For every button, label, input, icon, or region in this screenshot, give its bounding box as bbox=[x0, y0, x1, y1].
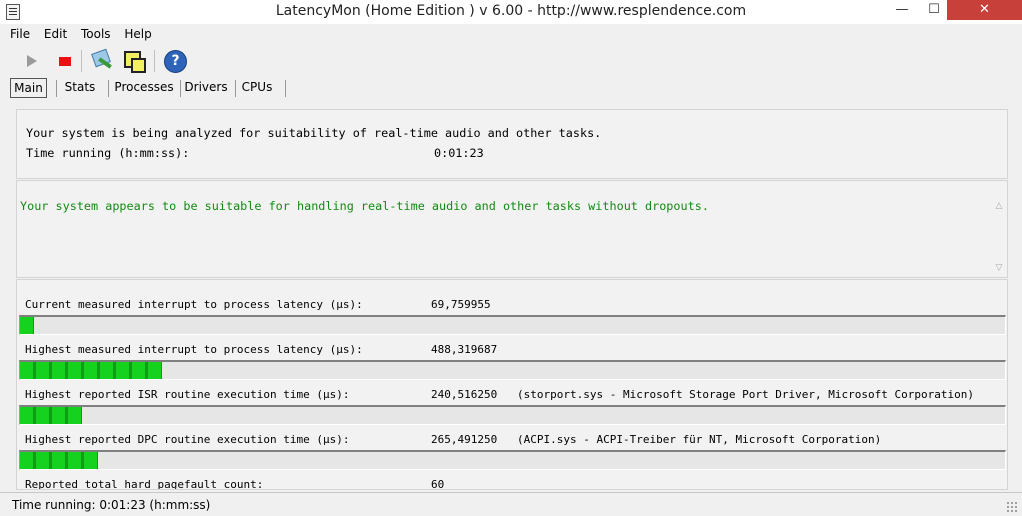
metric-driver: (storport.sys - Microsoft Storage Port D… bbox=[517, 388, 974, 401]
status-text: Time running: 0:01:23 (h:mm:ss) bbox=[12, 498, 211, 512]
metric-value: 488,319687 bbox=[431, 343, 498, 356]
windows-icon[interactable] bbox=[121, 48, 147, 74]
resize-grip-icon[interactable] bbox=[1006, 501, 1018, 513]
stop-icon[interactable] bbox=[50, 48, 76, 74]
latency-bar-fill bbox=[20, 317, 34, 334]
help-glyph: ? bbox=[164, 50, 187, 73]
latency-bar-fill bbox=[20, 452, 98, 469]
metrics-panel: Current measured interrupt to process la… bbox=[16, 279, 1008, 490]
help-icon[interactable]: ? bbox=[161, 48, 187, 74]
verdict-scrollbar[interactable]: △ ▽ bbox=[991, 181, 1007, 277]
latency-bar-fill bbox=[20, 362, 162, 379]
tab-processes[interactable]: Processes bbox=[112, 78, 176, 98]
summary-panel: Your system is being analyzed for suitab… bbox=[16, 109, 1008, 179]
metric-value: 240,516250 bbox=[431, 388, 498, 401]
latency-bar-fill bbox=[20, 407, 83, 424]
title-bar: LatencyMon (Home Edition ) v 6.00 - http… bbox=[0, 0, 1022, 24]
metric-label: Highest reported ISR routine execution t… bbox=[25, 388, 350, 401]
scroll-up-icon[interactable]: △ bbox=[994, 201, 1004, 211]
menu-bar: File Edit Tools Help bbox=[10, 27, 162, 45]
menu-edit[interactable]: Edit bbox=[44, 27, 67, 41]
toolbar-separator bbox=[81, 50, 82, 72]
scroll-down-icon[interactable]: ▽ bbox=[994, 263, 1004, 273]
metric-value: 69,759955 bbox=[431, 298, 491, 311]
menu-file[interactable]: File bbox=[10, 27, 30, 41]
tab-separator bbox=[235, 80, 236, 97]
metric-label: Reported total hard pagefault count: bbox=[25, 478, 264, 490]
latency-bar bbox=[19, 360, 1006, 380]
metric-label: Highest measured interrupt to process la… bbox=[25, 343, 363, 356]
play-icon[interactable] bbox=[18, 48, 44, 74]
menu-help[interactable]: Help bbox=[124, 27, 151, 41]
latency-bar bbox=[19, 315, 1006, 335]
menu-tools[interactable]: Tools bbox=[81, 27, 111, 41]
analyzing-text: Your system is being analyzed for suitab… bbox=[26, 126, 602, 140]
tab-drivers[interactable]: Drivers bbox=[184, 78, 228, 98]
metric-value: 60 bbox=[431, 478, 445, 490]
tab-separator bbox=[285, 80, 286, 97]
maximize-button[interactable]: ☐ bbox=[920, 0, 948, 20]
metric-label: Highest reported DPC routine execution t… bbox=[25, 433, 350, 446]
window-title: LatencyMon (Home Edition ) v 6.00 - http… bbox=[275, 3, 747, 19]
status-bar: Time running: 0:01:23 (h:mm:ss) bbox=[0, 492, 1022, 516]
verdict-panel[interactable]: Your system appears to be suitable for h… bbox=[16, 180, 1008, 278]
tab-cpus[interactable]: CPUs bbox=[239, 78, 275, 98]
metric-driver: (ACPI.sys - ACPI-Treiber für NT, Microso… bbox=[517, 433, 882, 446]
latency-bar bbox=[19, 405, 1006, 425]
toolbar-separator bbox=[154, 50, 155, 72]
metric-label: Current measured interrupt to process la… bbox=[25, 298, 363, 311]
time-running-value: 0:01:23 bbox=[434, 146, 484, 160]
time-running-label: Time running (h:mm:ss): bbox=[26, 146, 190, 160]
latency-bar bbox=[19, 450, 1006, 470]
tab-separator bbox=[180, 80, 181, 97]
tab-main[interactable]: Main bbox=[10, 78, 47, 98]
tab-separator bbox=[56, 80, 57, 97]
tab-stats[interactable]: Stats bbox=[60, 78, 100, 98]
close-button[interactable]: ✕ bbox=[947, 0, 1022, 20]
verdict-text: Your system appears to be suitable for h… bbox=[20, 199, 709, 213]
tools-icon[interactable] bbox=[88, 48, 114, 74]
minimize-button[interactable]: — bbox=[888, 0, 916, 20]
tab-separator bbox=[108, 80, 109, 97]
metric-value: 265,491250 bbox=[431, 433, 498, 446]
